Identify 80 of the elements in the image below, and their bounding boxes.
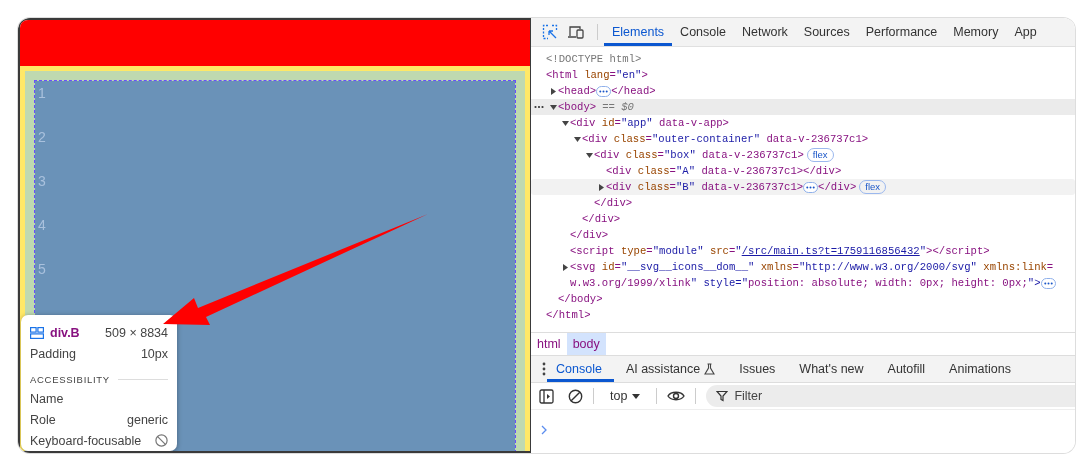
dom-row[interactable]: <div id="app" data-v-app> (531, 115, 1075, 131)
element-selector: div.B (50, 326, 80, 340)
dom-row[interactable]: <svg id="__svg__icons__dom__" xmlns="http://www.w3.org/2000/svg" xmlns:link= (531, 259, 1075, 275)
property-label: Name (30, 391, 64, 406)
property-label: Padding (30, 346, 76, 361)
dom-row[interactable]: <head> </head> (531, 83, 1075, 99)
breadcrumb[interactable]: body (566, 333, 606, 355)
property-value: 10px (140, 346, 168, 361)
selected-node-marker: == $0 (602, 101, 634, 113)
drawer-tab[interactable]: Console (547, 356, 614, 382)
collapsed-caret-icon[interactable] (561, 263, 569, 271)
drawer-tab[interactable]: AI assistance (613, 356, 728, 382)
filter-field[interactable]: Filter (706, 385, 1075, 407)
property-label: Role (30, 412, 56, 427)
panel-tab[interactable]: Console (672, 18, 734, 46)
markup-text: <div class="box" data-v-236737c1> (594, 149, 804, 161)
property-label: Keyboard-focusable (30, 433, 142, 448)
context-dropdown[interactable]: top (604, 389, 647, 403)
panel-tab[interactable]: Elements (604, 18, 673, 46)
markup-text: <!DOCTYPE html> (546, 53, 642, 65)
prompt-icon (541, 425, 548, 435)
dom-close-tag: </div> (582, 213, 621, 225)
dom-row[interactable]: <div class="outer-container" data-v-236737c1> (531, 131, 1075, 147)
markup-text: <div class="B" data-v-236737c1> (606, 181, 804, 193)
device-toolbar-icon[interactable] (567, 25, 585, 39)
markup-text: <svg id="__svg__icons__dom__" xmlns="http://www.w3.org/2000/svg" xmlns:link= (570, 261, 1054, 273)
markup-text: w.w3.org/1999/xlink" style="position: absolute; width: 0px; height: 0px;"> (570, 277, 1041, 289)
dom-row[interactable]: <script type="module" src="/src/main.ts?t=1759116856432"></script> (531, 243, 1075, 259)
ellipsis-icon[interactable] (803, 181, 819, 193)
panel-tab[interactable]: Network (734, 18, 796, 46)
markup-text: <html lang="en"> (546, 69, 648, 81)
caret-icon (632, 393, 641, 399)
flask-icon (704, 363, 716, 375)
markup-text: <head> (558, 85, 597, 97)
line-number: 3 (38, 172, 46, 191)
dom-close-tag: </html> (546, 309, 591, 321)
panel-tab[interactable]: App (1006, 18, 1045, 46)
panel-tab[interactable]: Sources (795, 18, 858, 46)
dom-row[interactable]: <!DOCTYPE html> (531, 51, 1075, 67)
collapsed-caret-icon[interactable] (549, 87, 557, 95)
dom-close-tag: </div> (570, 229, 609, 241)
dom-row[interactable]: <div class="A" data-v-236737c1></div> (531, 163, 1075, 179)
line-number: 1 (38, 84, 46, 103)
layout-icon (30, 327, 44, 339)
panel-tab[interactable]: Memory (945, 18, 1007, 46)
drawer-tab[interactable]: Autofill (875, 356, 938, 382)
dom-row[interactable]: <div class="box" data-v-236737c1> flex (531, 147, 1075, 163)
breadcrumb[interactable]: html (531, 333, 567, 355)
dom-close-tag: </head> (611, 85, 656, 97)
more-menu-icon[interactable] (541, 362, 547, 376)
drawer-tab[interactable]: Animations (937, 356, 1023, 382)
dom-row[interactable]: <body> == $0 (531, 99, 1075, 115)
section-title: ACCESSIBILITY (30, 373, 110, 385)
markup-text: <body> (558, 101, 597, 113)
dom-row[interactable]: <div class="B" data-v-236737c1> </div> flex (531, 179, 1075, 195)
dom-close-tag: </body> (558, 293, 603, 305)
dom-close-tag: </div> (818, 181, 857, 193)
panel-tab[interactable]: Performance (857, 18, 946, 46)
blocked-icon (155, 434, 168, 447)
line-number: 4 (38, 216, 46, 235)
line-number: 5 (38, 260, 46, 279)
ellipsis-icon[interactable] (596, 85, 612, 97)
property-value: generic (127, 412, 168, 427)
markup-text: <div class="outer-container" data-v-236737c1> (582, 133, 869, 145)
eye-icon[interactable] (667, 390, 686, 402)
markup-text: <div id="app" data-v-app> (570, 117, 729, 129)
line-number: 2 (38, 128, 46, 147)
markup-text: <script type="module" src="/src/main.ts?t=1759116856432"></script> (570, 245, 990, 257)
collapsed-caret-icon[interactable] (597, 183, 605, 191)
markup-text: <div class="A" data-v-236737c1></div> (606, 165, 842, 177)
filter-icon (716, 390, 729, 402)
inspect-icon[interactable] (542, 24, 558, 40)
clear-icon[interactable] (568, 388, 583, 404)
element-size: 509 × 8834 (105, 326, 168, 340)
dom-row[interactable]: <html lang="en"> (531, 67, 1075, 83)
ellipsis-icon[interactable] (1040, 277, 1056, 289)
drawer-tab[interactable]: What's new (787, 356, 876, 382)
sidebar-icon[interactable] (539, 388, 554, 404)
dom-close-tag: </div> (594, 197, 633, 209)
drawer-tab[interactable]: Issues (727, 356, 788, 382)
